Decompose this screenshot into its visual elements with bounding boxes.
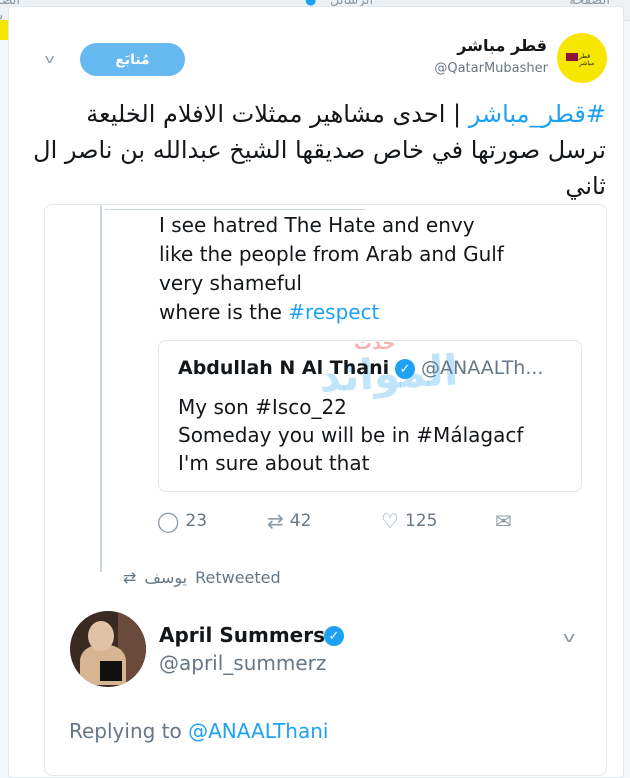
quoted-handle[interactable]: @ANAALTh... [421,357,543,379]
cropped-tweet-top [105,205,365,210]
retweeted-context: ⇄ يوسف Retweeted [123,568,281,587]
embedded-text-line: where is the #respect [159,300,589,324]
quoted-text-line: My son #Isco_22 [178,395,347,419]
verified-badge-icon: ✓ [324,626,344,646]
verified-badge-icon: ✓ [395,359,415,379]
quoted-text-line: Someday you will be in #Málagacf [178,423,524,447]
avatar-garment [100,661,122,681]
hashtag-link[interactable]: #قطر_مباشر [469,100,606,128]
like-count: 125 [404,511,438,531]
avatar-logo-text: قطر مباشر [579,53,595,67]
side-accent-bar [0,20,8,40]
reply-button[interactable]: ◯ 23 [157,509,207,533]
avatar[interactable]: قطر مباشر [557,33,607,83]
avatar[interactable] [70,611,146,687]
retweet-count: 42 [289,511,312,531]
tweet-text: #قطر_مباشر | احدى مشاهير ممثلات الافلام … [30,96,606,204]
retweet-icon: ⇄ [267,509,284,533]
retweet-icon: ⇄ [123,568,137,587]
message-button[interactable]: ✉ [495,509,512,533]
following-button[interactable]: مُتابَع [80,43,185,76]
reply-handle[interactable]: @april_summerz [159,651,326,675]
embedded-image[interactable]: I see hatred The Hate and envy like the … [44,204,607,776]
quoted-text-line: I'm sure about that [178,451,370,475]
reply-display-name[interactable]: April Summers [159,623,325,647]
envelope-icon: ✉ [495,509,512,533]
embedded-text-line: very shameful [159,271,302,295]
quoted-tweet[interactable]: حدث الموائد Abdullah N Al Thani ✓ @ANAAL… [158,340,582,492]
replying-to: Replying to @ANAALThani [69,719,328,743]
hashtag-link[interactable]: #respect [288,300,379,324]
display-name[interactable]: قطر مباشر [430,36,547,55]
chevron-down-icon[interactable]: v [563,630,575,646]
embedded-text-line: like the people from Arab and Gulf [159,242,504,266]
reply-count: 23 [185,511,208,531]
chevron-down-icon[interactable]: v [45,52,55,66]
retweet-button[interactable]: ⇄ 42 [267,509,311,533]
thread-line [100,205,102,572]
qatar-flag-icon [566,53,578,61]
retweeted-by-name[interactable]: يوسف [144,568,187,587]
retweeted-label: Retweeted [195,568,281,587]
heart-icon: ♡ [381,509,399,533]
tweet-actions: ◯ 23 ⇄ 42 ♡ 125 ✉ [157,509,597,535]
reply-icon: ◯ [157,509,180,533]
replying-to-handle[interactable]: @ANAALThani [188,719,328,743]
embedded-text-line: I see hatred The Hate and envy [159,213,475,237]
like-button[interactable]: ♡ 125 [381,509,437,533]
quoted-display-name[interactable]: Abdullah N Al Thani [178,357,389,379]
avatar-head [88,621,114,651]
replying-to-label: Replying to [69,719,189,743]
user-handle[interactable]: @QatarMubasher [400,61,548,76]
embedded-text-segment: where is the [159,300,289,324]
